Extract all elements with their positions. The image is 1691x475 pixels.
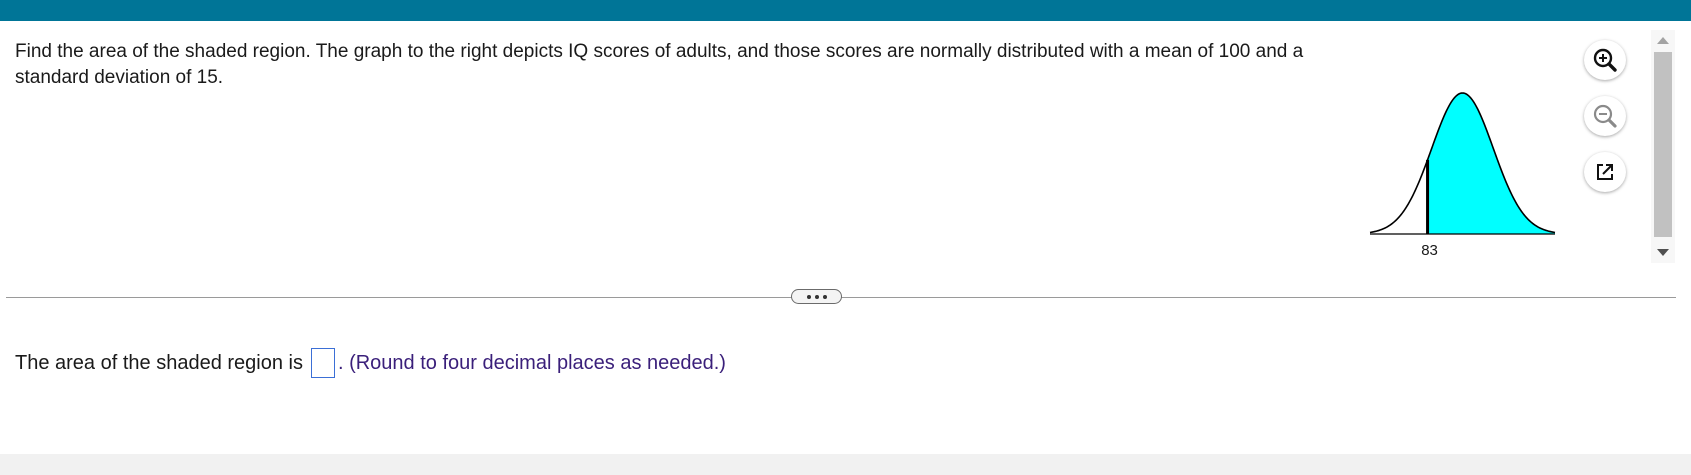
zoom-in-button[interactable] xyxy=(1584,40,1626,80)
bottom-bar xyxy=(0,454,1691,475)
top-header-bar xyxy=(0,0,1691,21)
dot-icon xyxy=(814,294,819,299)
scrollbar-thumb[interactable] xyxy=(1654,52,1672,237)
answer-line: The area of the shaded region is . (Roun… xyxy=(15,348,726,378)
open-in-new-window-button[interactable] xyxy=(1584,152,1626,192)
scroll-up-arrow-icon[interactable] xyxy=(1657,37,1669,44)
question-text: Find the area of the shaded region. The … xyxy=(15,41,1304,88)
normal-curve-graph: 83 xyxy=(1369,92,1556,259)
rounding-hint: . (Round to four decimal places as neede… xyxy=(337,352,726,374)
figure-scrollbar[interactable] xyxy=(1651,30,1675,263)
zoom-out-button[interactable] xyxy=(1584,96,1626,136)
external-link-icon xyxy=(1597,164,1613,180)
scroll-down-arrow-icon[interactable] xyxy=(1657,249,1669,256)
zoom-out-icon xyxy=(1593,104,1617,128)
normal-curve-figure: 83 xyxy=(1360,82,1560,267)
expand-collapse-button[interactable] xyxy=(791,289,842,304)
dot-icon xyxy=(806,294,811,299)
answer-input[interactable] xyxy=(310,348,335,378)
answer-prefix: The area of the shaded region is xyxy=(15,352,303,374)
cutoff-label: 83 xyxy=(1421,242,1438,259)
dot-icon xyxy=(822,294,827,299)
shaded-region xyxy=(1427,93,1555,234)
zoom-in-icon xyxy=(1593,48,1617,72)
